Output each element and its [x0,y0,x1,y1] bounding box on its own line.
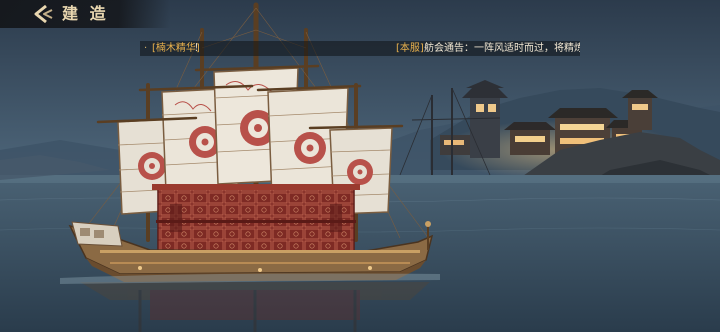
ticker-message: 舫会通告：一阵风适时而过，将精炼师 [424,43,580,54]
back-button[interactable] [30,4,54,24]
ticker-item-suffix: ！ [194,43,204,54]
ticker-server-tag: [本服] [396,43,424,54]
page-title: 建 造 [62,4,109,23]
ticker-item-name: [楠木精华] [152,43,200,54]
announcement-ticker: · [楠木精华] ！ [本服] 舫会通告：一阵风适时而过，将精炼师 [140,41,580,56]
chevron-left-icon [34,4,53,24]
header-bar: 建 造 [0,0,170,28]
deck-cabin [152,184,360,259]
ticker-bullet: · [144,43,148,54]
